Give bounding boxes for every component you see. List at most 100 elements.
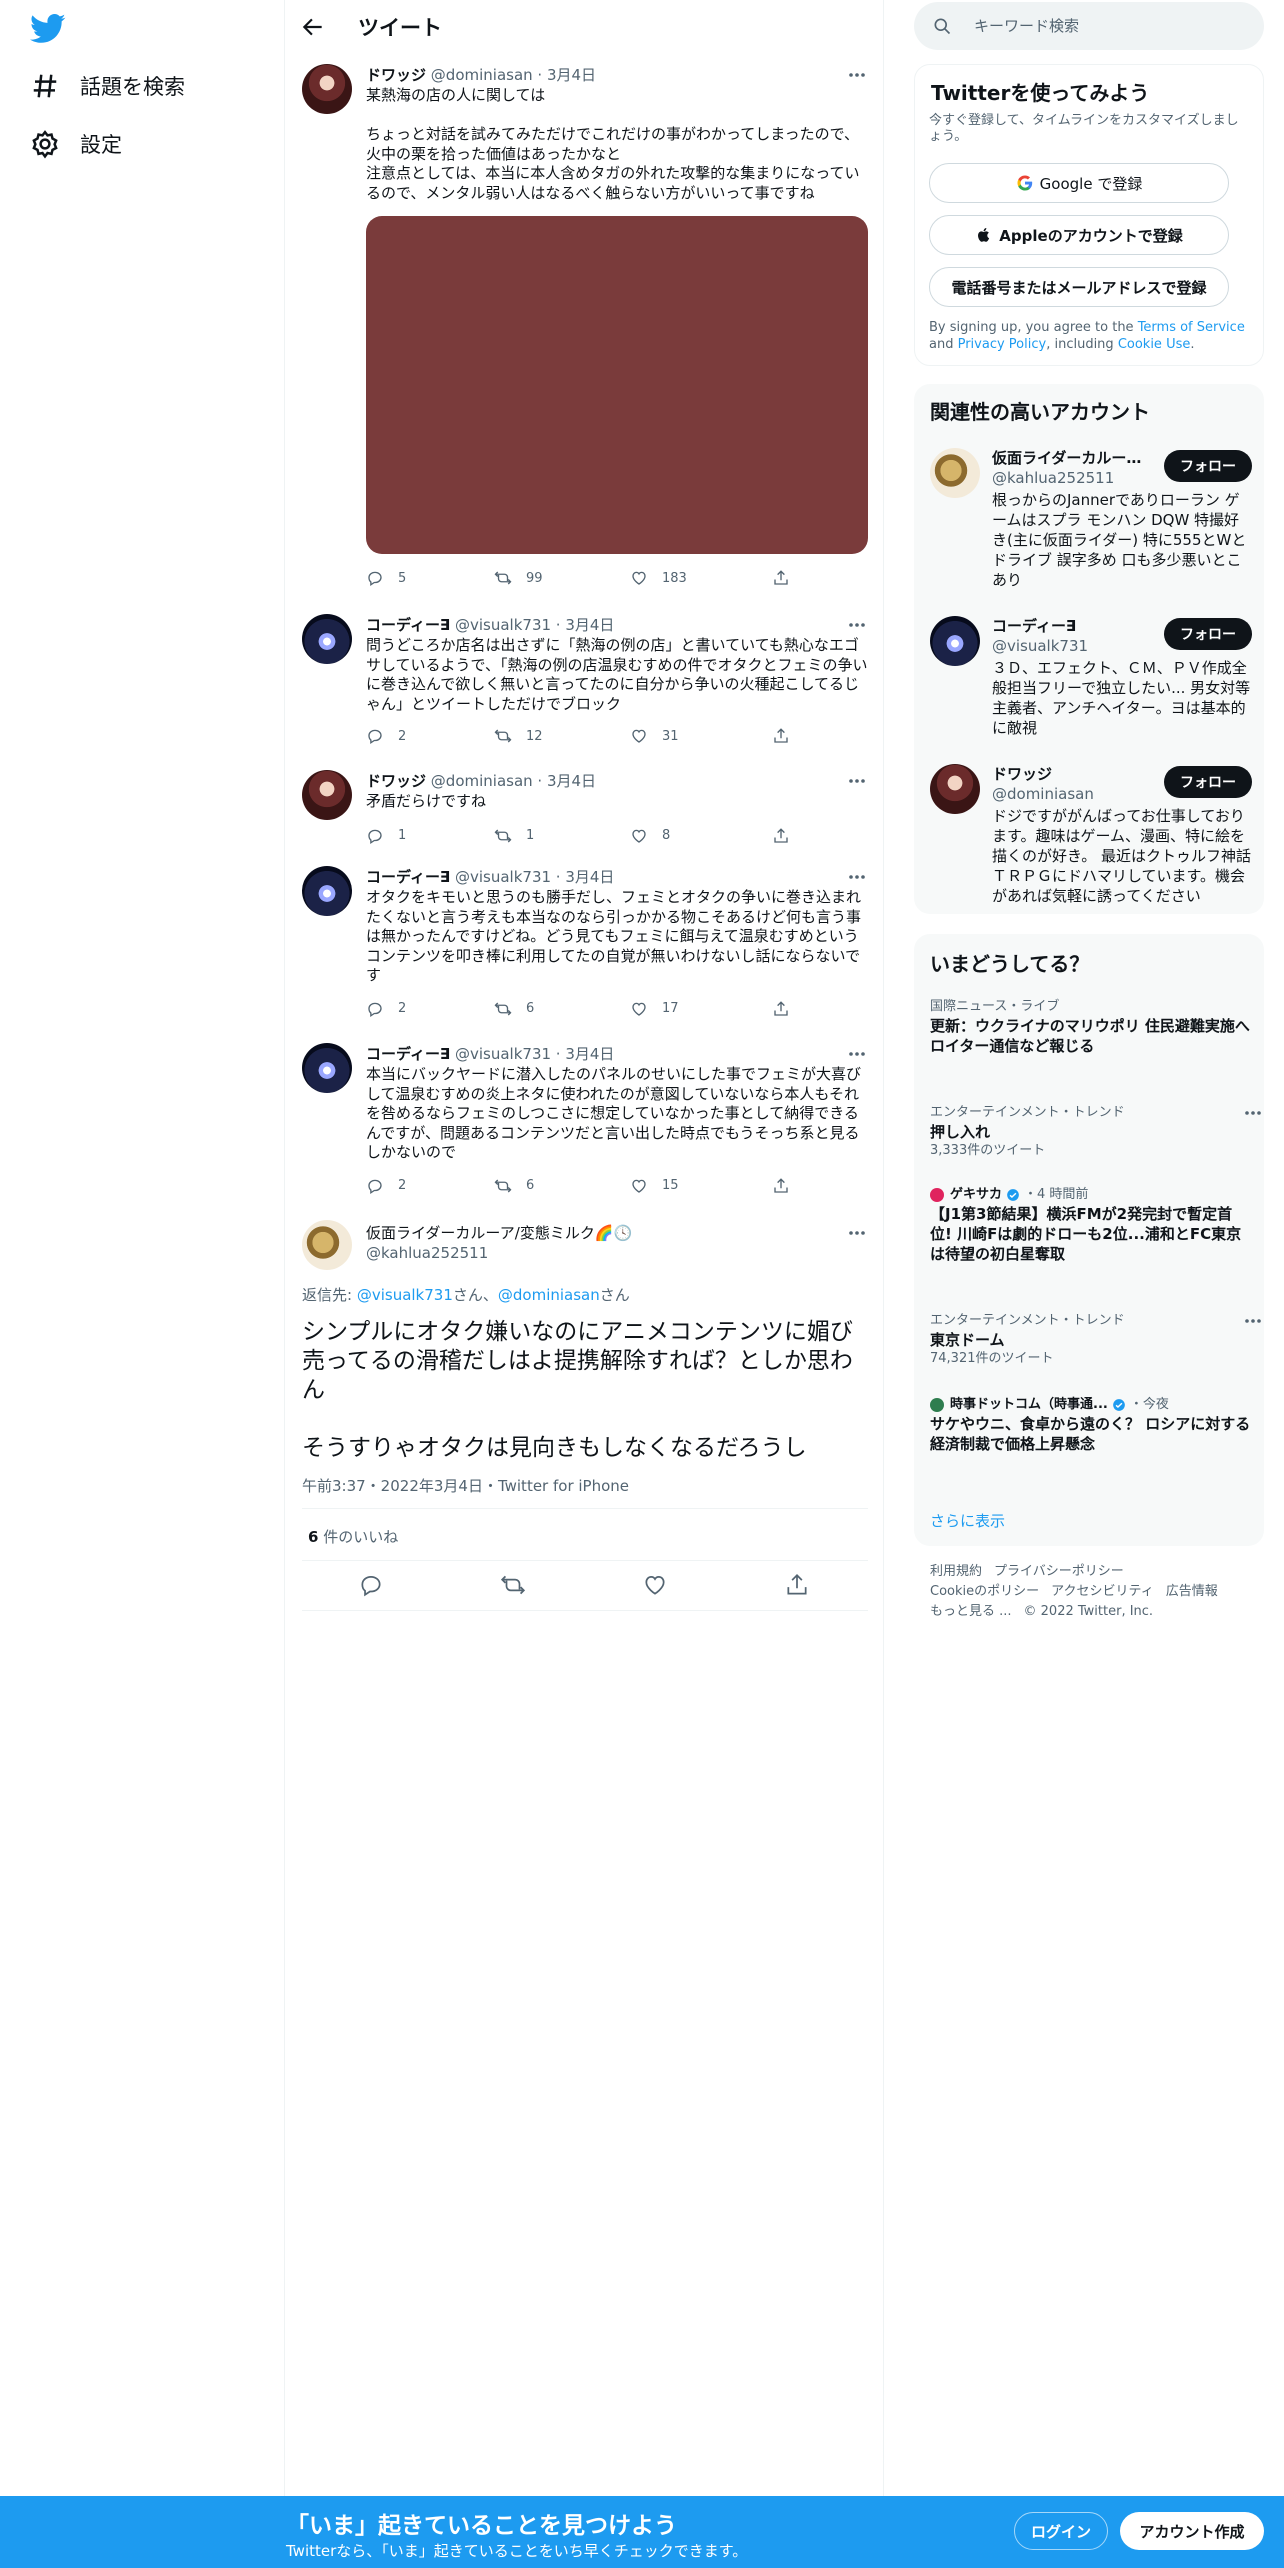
account-item[interactable]: 仮面ライダーカルー... @kahlua252511 フォロー 根っからのJan… <box>930 448 1252 598</box>
share-icon[interactable] <box>784 1572 810 1598</box>
account-item[interactable]: コーディー∃ @visualk731 フォロー ３Ｄ、エフェクト、ＣＭ、ＰＶ作成… <box>930 616 1252 746</box>
share-button[interactable] <box>772 1175 790 1197</box>
reply-icon[interactable] <box>358 1572 384 1598</box>
account-name[interactable]: ドワッジ <box>992 764 1142 784</box>
reply-button[interactable]: 2 <box>366 998 406 1020</box>
more-options-icon[interactable] <box>846 1045 868 1063</box>
author-name[interactable]: 仮面ライダーカルーア/変態ミルク🌈🕓 <box>366 1222 632 1244</box>
follow-button[interactable]: フォロー <box>1164 766 1252 798</box>
back-arrow-icon[interactable] <box>300 14 326 40</box>
trend-item[interactable]: 時事ドットコム（時事通... ・今夜 サケやウニ、食卓から遠のく？ ロシアに対す… <box>930 1396 1252 1454</box>
reply-button[interactable]: 1 <box>366 825 406 847</box>
avatar[interactable] <box>302 1043 352 1093</box>
account-name[interactable]: コーディー∃ <box>992 616 1142 636</box>
likes-summary[interactable]: 6 件のいいね <box>308 1526 398 1547</box>
mention-link[interactable]: @dominiasan <box>498 1286 600 1304</box>
footer-link[interactable]: Cookieのポリシー <box>930 1584 1039 1599</box>
heart-icon[interactable] <box>642 1572 668 1598</box>
more-options-icon[interactable] <box>846 66 868 84</box>
avatar[interactable] <box>302 64 352 114</box>
apple-signup-button[interactable]: Appleのアカウントで登録 <box>929 215 1229 255</box>
account-handle[interactable]: @kahlua252511 <box>992 468 1114 488</box>
share-button[interactable] <box>772 567 790 589</box>
tweet-date[interactable]: 3月4日 <box>565 616 614 634</box>
retweet-button[interactable]: 6 <box>494 1175 534 1197</box>
tweet-date[interactable]: 3月4日 <box>547 66 596 84</box>
retweet-button[interactable]: 99 <box>494 567 543 589</box>
author-name[interactable]: コーディー∃ <box>366 1045 450 1063</box>
nav-settings[interactable]: 設定 <box>30 122 122 166</box>
tweet-date[interactable]: 3月4日 <box>565 868 614 886</box>
thread-tweet[interactable]: コーディー∃ @visualk731 · 3月4日 本当にバックヤードに潜入した… <box>302 1043 868 1203</box>
author-name[interactable]: コーディー∃ <box>366 868 450 886</box>
avatar[interactable] <box>930 448 980 498</box>
follow-button[interactable]: フォロー <box>1164 450 1252 482</box>
search-box[interactable] <box>914 2 1264 50</box>
account-handle[interactable]: @visualk731 <box>992 636 1088 656</box>
thread-tweet[interactable]: コーディー∃ @visualk731 · 3月4日 問うどころか店名は出さずに「… <box>302 614 868 754</box>
tweet-media[interactable] <box>366 216 868 554</box>
more-options-icon[interactable] <box>1242 1104 1264 1122</box>
retweet-button[interactable]: 1 <box>494 825 534 847</box>
author-handle[interactable]: @dominiasan <box>431 66 533 84</box>
more-options-icon[interactable] <box>846 1224 868 1242</box>
account-handle[interactable]: @dominiasan <box>992 784 1094 804</box>
footer-link[interactable]: プライバシーポリシー <box>994 1564 1124 1579</box>
tweet-timestamp[interactable]: 午前3:37・2022年3月4日・Twitter for iPhone <box>302 1475 629 1496</box>
account-item[interactable]: ドワッジ @dominiasan フォロー ドジですががんばってお仕事しておりま… <box>930 764 1252 905</box>
author-name[interactable]: ドワッジ <box>366 772 426 790</box>
share-button[interactable] <box>772 725 790 747</box>
author-handle[interactable]: @kahlua252511 <box>366 1244 488 1262</box>
login-button[interactable]: ログイン <box>1014 2512 1108 2550</box>
trend-item[interactable]: エンターテインメント・トレンド 押し入れ 3,333件のツイート <box>930 1104 1261 1160</box>
privacy-link[interactable]: Privacy Policy <box>958 337 1047 352</box>
reply-button[interactable]: 5 <box>366 567 406 589</box>
avatar[interactable] <box>302 770 352 820</box>
cookie-link[interactable]: Cookie Use <box>1118 337 1191 352</box>
phone-signup-button[interactable]: 電話番号またはメールアドレスで登録 <box>929 267 1229 307</box>
author-name[interactable]: コーディー∃ <box>366 616 450 634</box>
like-button[interactable]: 17 <box>630 998 679 1020</box>
google-signup-button[interactable]: Google で登録 <box>929 163 1229 203</box>
retweet-icon[interactable] <box>500 1572 526 1598</box>
trend-item[interactable]: ゲキサカ ・4 時間前 【J1第3節結果】横浜FMが2発完封で暫定首位! 川崎F… <box>930 1186 1252 1264</box>
thread-tweet[interactable]: ドワッジ @dominiasan · 3月4日 矛盾だらけですね 1 1 8 <box>302 770 868 850</box>
author-handle[interactable]: @dominiasan <box>431 772 533 790</box>
mention-link[interactable]: @visualk731 <box>357 1286 453 1304</box>
reply-button[interactable]: 2 <box>366 725 406 747</box>
terms-link[interactable]: Terms of Service <box>1138 320 1245 335</box>
avatar[interactable] <box>930 764 980 814</box>
create-account-button[interactable]: アカウント作成 <box>1120 2512 1264 2550</box>
author-handle[interactable]: @visualk731 <box>455 616 551 634</box>
retweet-button[interactable]: 6 <box>494 998 534 1020</box>
avatar[interactable] <box>302 866 352 916</box>
retweet-button[interactable]: 12 <box>494 725 543 747</box>
like-button[interactable]: 15 <box>630 1175 679 1197</box>
author-name[interactable]: ドワッジ <box>366 66 426 84</box>
thread-tweet[interactable]: コーディー∃ @visualk731 · 3月4日 オタクをキモいと思うのも勝手… <box>302 866 868 1026</box>
share-button[interactable] <box>772 825 790 847</box>
search-input[interactable] <box>974 17 1254 35</box>
tweet-date[interactable]: 3月4日 <box>547 772 596 790</box>
like-button[interactable]: 183 <box>630 567 687 589</box>
thread-tweet[interactable]: ドワッジ @dominiasan · 3月4日 某熱海の店の人に関しては ちょっ… <box>302 64 868 604</box>
nav-explore[interactable]: 話題を検索 <box>30 64 185 108</box>
avatar[interactable] <box>302 614 352 664</box>
footer-link[interactable]: 利用規約 <box>930 1564 982 1579</box>
like-button[interactable]: 31 <box>630 725 679 747</box>
more-options-icon[interactable] <box>846 868 868 886</box>
tweet-date[interactable]: 3月4日 <box>565 1045 614 1063</box>
reply-button[interactable]: 2 <box>366 1175 406 1197</box>
author-handle[interactable]: @visualk731 <box>455 1045 551 1063</box>
more-options-icon[interactable] <box>846 616 868 634</box>
show-more-link[interactable]: さらに表示 <box>930 1510 1005 1531</box>
author-handle[interactable]: @visualk731 <box>455 868 551 886</box>
trend-item[interactable]: エンターテインメント・トレンド 東京ドーム 74,321件のツイート <box>930 1312 1261 1368</box>
footer-link[interactable]: アクセシビリティ <box>1051 1584 1154 1599</box>
trend-item[interactable]: 国際ニュース・ライブ 更新：ウクライナのマリウポリ 住民避難実施へ ロイター通信… <box>930 998 1252 1056</box>
like-button[interactable]: 8 <box>630 825 670 847</box>
avatar[interactable] <box>930 616 980 666</box>
more-options-icon[interactable] <box>846 772 868 790</box>
follow-button[interactable]: フォロー <box>1164 618 1252 650</box>
account-name[interactable]: 仮面ライダーカルー... <box>992 448 1142 468</box>
